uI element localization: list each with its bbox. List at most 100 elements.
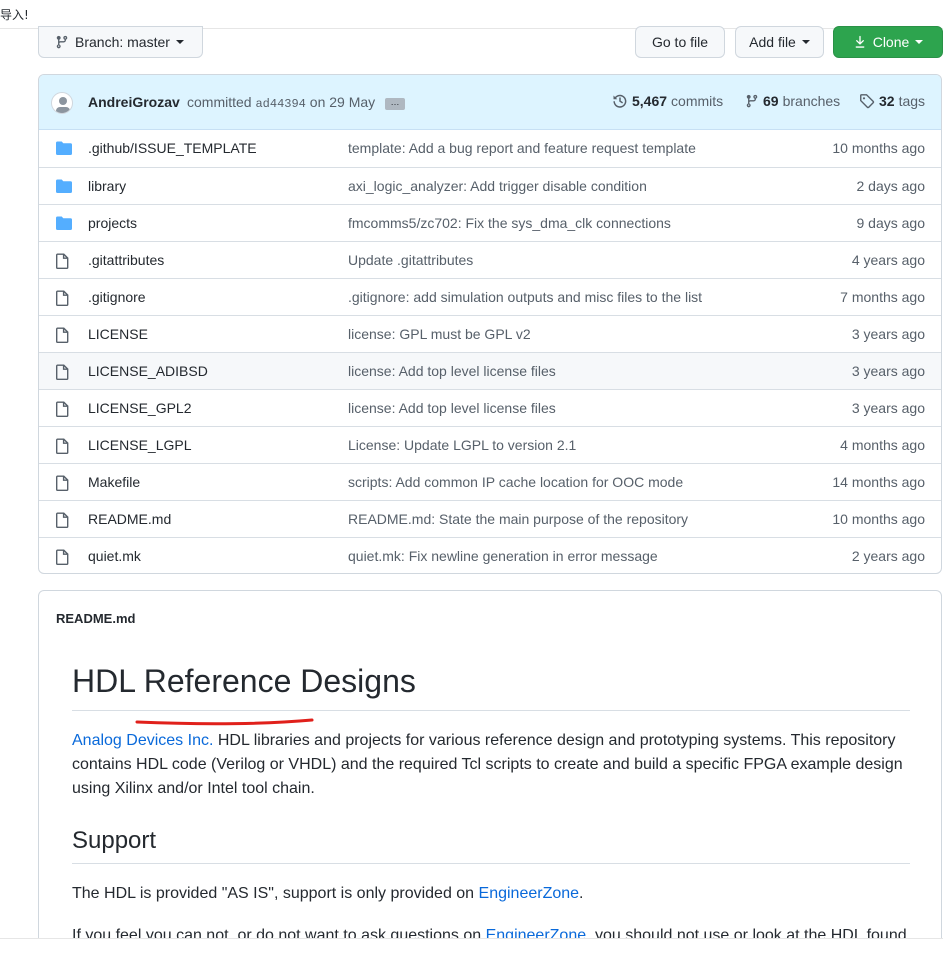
file-icon — [56, 253, 69, 272]
commit-message-link[interactable]: axi_logic_analyzer: Add trigger disable … — [348, 178, 647, 194]
file-browser-panel: AndreiGrozav committed ad44394 on 29 May… — [38, 74, 942, 574]
commit-age: 14 months ago — [832, 474, 925, 490]
file-row[interactable]: LICENSE_GPL2 license: Add top level licen… — [39, 389, 941, 426]
commit-date: on 29 May — [309, 94, 376, 110]
file-row[interactable]: .github/ISSUE_TEMPLATE template: Add a bu… — [39, 130, 941, 167]
file-row[interactable]: README.md README.md: State the main purpo… — [39, 500, 941, 537]
tags-link[interactable]: 32 tags — [859, 93, 925, 109]
folder-icon — [56, 179, 72, 196]
commits-link[interactable]: 5,467 commits — [612, 93, 723, 109]
commit-hash-link[interactable]: ad44394 — [255, 97, 305, 111]
commit-message-link[interactable]: quiet.mk: Fix newline generation in erro… — [348, 548, 658, 564]
engineerzone-link[interactable]: EngineerZone — [479, 885, 580, 902]
file-row[interactable]: .gitignore .gitignore: add simulation out… — [39, 278, 941, 315]
file-name-link[interactable]: projects — [88, 215, 137, 231]
commit-author-link[interactable]: AndreiGrozav — [88, 94, 180, 110]
file-name-link[interactable]: Makefile — [88, 474, 140, 490]
commit-message-link[interactable]: license: GPL must be GPL v2 — [348, 326, 531, 342]
download-icon — [855, 35, 865, 48]
readme-body: HDL Reference Designs Analog Devices Inc… — [72, 651, 910, 958]
commit-message-link[interactable]: Update .gitattributes — [348, 252, 473, 268]
commit-age: 4 months ago — [840, 437, 925, 453]
readme-panel: README.md HDL Reference Designs Analog D… — [38, 590, 942, 958]
support-heading: Support — [72, 827, 910, 864]
branch-icon — [746, 94, 758, 108]
file-icon — [56, 401, 69, 420]
file-icon — [56, 512, 69, 531]
commit-message-link[interactable]: .gitignore: add simulation outputs and m… — [348, 289, 702, 305]
go-to-file-button[interactable]: Go to file — [635, 26, 725, 58]
top-note: 导入! — [0, 8, 29, 22]
file-row[interactable]: projects fmcomms5/zc702: Fix the sys_dma_… — [39, 204, 941, 241]
commit-age: 3 years ago — [851, 363, 925, 379]
file-name-link[interactable]: library — [88, 178, 126, 194]
file-row[interactable]: library axi_logic_analyzer: Add trigger d… — [39, 167, 941, 204]
support-p1-suffix: . — [579, 885, 584, 902]
file-name-link[interactable]: LICENSE_GPL2 — [88, 400, 192, 416]
commit-age: 9 days ago — [856, 215, 926, 231]
branches-count: 69 — [763, 93, 779, 109]
file-name-link[interactable]: .gitattributes — [88, 252, 164, 268]
commit-message-link[interactable]: fmcomms5/zc702: Fix the sys_dma_clk conn… — [348, 215, 671, 231]
file-icon — [56, 475, 69, 494]
file-row[interactable]: LICENSE_LGPL License: Update LGPL to vers… — [39, 426, 941, 463]
commits-count: 5,467 — [632, 93, 668, 109]
commit-message-link[interactable]: README.md: State the main purpose of the… — [348, 511, 688, 527]
file-row[interactable]: quiet.mk quiet.mk: Fix newline generation… — [39, 537, 941, 573]
branch-select-button[interactable]: Branch: master — [38, 26, 203, 58]
folder-icon — [56, 216, 72, 233]
commit-message-link[interactable]: license: Add top level license files — [348, 363, 556, 379]
file-icon — [56, 364, 69, 383]
commit-age: 4 years ago — [851, 252, 925, 268]
commit-message-link[interactable]: scripts: Add common IP cache location fo… — [348, 474, 683, 490]
commit-age: 7 months ago — [840, 289, 925, 305]
analog-devices-link[interactable]: Analog Devices Inc. — [72, 732, 213, 749]
commit-action: committed — [187, 94, 252, 110]
file-name-link[interactable]: .gitignore — [88, 289, 146, 305]
file-icon — [56, 438, 69, 457]
commit-age: 3 years ago — [851, 400, 925, 416]
commit-age: 10 months ago — [832, 511, 925, 527]
folder-icon — [56, 141, 72, 158]
commits-label: commits — [671, 93, 724, 109]
file-row[interactable]: LICENSE_ADIBSD license: Add top level lic… — [39, 352, 941, 389]
commit-message-link[interactable]: template: Add a bug report and feature r… — [348, 140, 696, 156]
file-name-link[interactable]: quiet.mk — [88, 548, 141, 564]
support-p1-text: The HDL is provided "AS IS", support is … — [72, 885, 479, 902]
branches-label: branches — [782, 93, 841, 109]
file-name-link[interactable]: .github/ISSUE_TEMPLATE — [88, 140, 257, 156]
commit-age: 2 years ago — [851, 548, 925, 564]
expand-commit-message-button[interactable]: … — [385, 98, 405, 110]
file-name-link[interactable]: LICENSE_LGPL — [88, 437, 192, 453]
tags-count: 32 — [879, 93, 895, 109]
branch-select-label: Branch: master — [75, 34, 170, 50]
file-name-link[interactable]: LICENSE_ADIBSD — [88, 363, 208, 379]
go-to-file-label: Go to file — [651, 34, 709, 50]
avatar[interactable] — [51, 92, 73, 114]
commit-message-link[interactable]: License: Update LGPL to version 2.1 — [348, 437, 576, 453]
chevron-down-icon — [801, 40, 810, 44]
file-icon — [56, 327, 69, 346]
red-annotation-underline — [135, 718, 314, 726]
commit-age: 10 months ago — [832, 140, 925, 156]
file-name-link[interactable]: LICENSE — [88, 326, 148, 342]
tag-icon — [860, 94, 875, 109]
history-icon — [613, 94, 627, 108]
bottom-divider — [0, 938, 943, 958]
support-paragraph-1: The HDL is provided "AS IS", support is … — [72, 882, 910, 906]
file-row[interactable]: Makefile scripts: Add common IP cache loc… — [39, 463, 941, 500]
file-row[interactable]: .gitattributes Update .gitattributes 4 yea… — [39, 241, 941, 278]
commit-info: committed ad44394 on 29 May — [187, 94, 375, 111]
commit-age: 3 years ago — [851, 326, 925, 342]
branch-icon — [56, 35, 68, 49]
file-name-link[interactable]: README.md — [88, 511, 171, 527]
branches-link[interactable]: 69 branches — [745, 93, 840, 109]
clone-button[interactable]: Clone — [833, 26, 943, 58]
readme-intro: Analog Devices Inc. HDL libraries and pr… — [72, 729, 910, 801]
add-file-label: Add file — [749, 34, 796, 50]
chevron-down-icon — [915, 40, 924, 44]
file-row[interactable]: LICENSE license: GPL must be GPL v2 3 year… — [39, 315, 941, 352]
add-file-button[interactable]: Add file — [735, 26, 824, 58]
readme-title: HDL Reference Designs — [72, 663, 910, 711]
commit-message-link[interactable]: license: Add top level license files — [348, 400, 556, 416]
